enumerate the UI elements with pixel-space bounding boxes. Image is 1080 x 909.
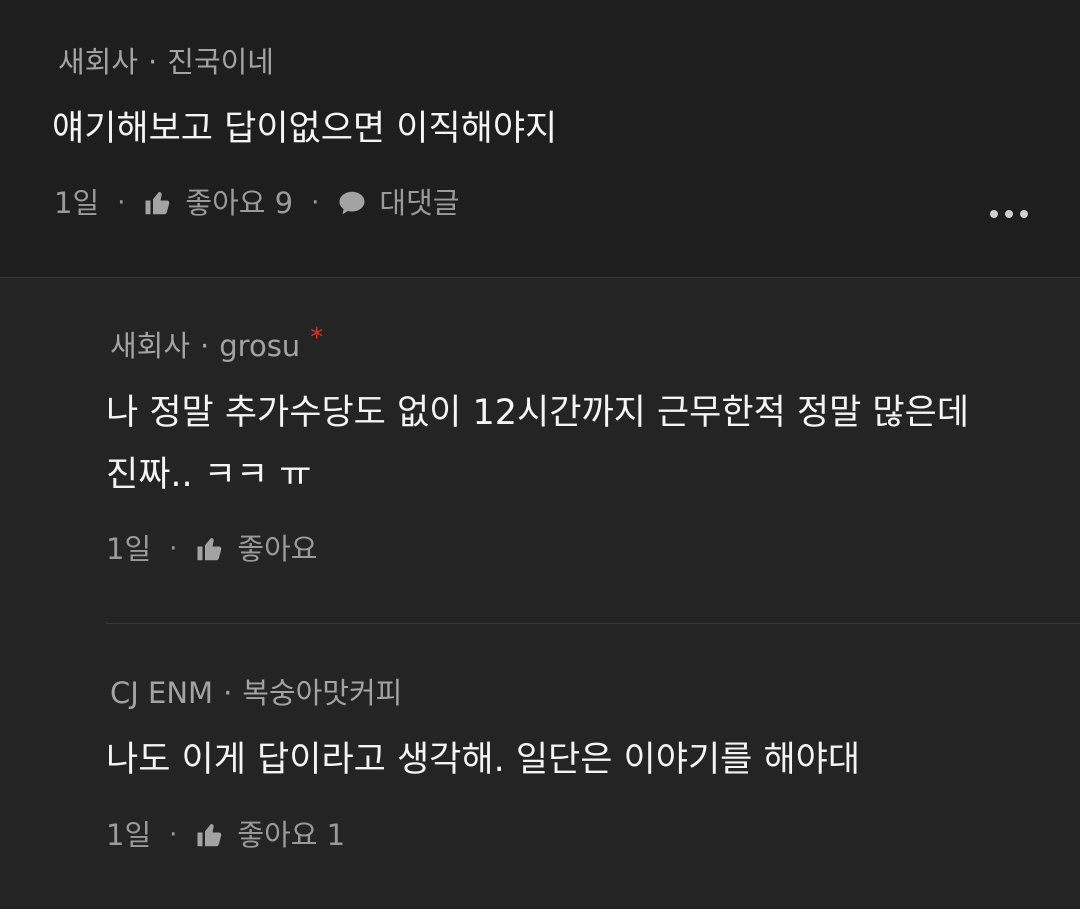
comment-text: 얘기해보고 답이없으면 이직해야지 (52, 109, 558, 149)
author-name[interactable]: 복숭아맛커피 (242, 676, 402, 710)
divider (106, 623, 1080, 624)
reply-text-line: 진짜.. ㅋㅋ ㅠ (106, 455, 312, 495)
like-button[interactable]: 좋아요 (195, 534, 317, 564)
separator-dot: · (169, 534, 178, 564)
reply-time: 1일 (106, 531, 152, 566)
reply-time: 1일 (106, 817, 152, 852)
thumbs-up-icon (145, 192, 170, 215)
separator-dot: · (311, 188, 320, 218)
separator-dot: · (148, 45, 158, 79)
comment-meta: 새회사 · 진국이네 (58, 48, 274, 77)
separator-dot: · (169, 820, 178, 850)
comment-item: 새회사 · 진국이네 얘기해보고 답이없으면 이직해야지 1일 · 좋아요 9 · … (0, 0, 1080, 278)
replies-section (0, 278, 1080, 909)
thumbs-up-icon (197, 538, 222, 561)
reply-actions: 1일 · 좋아요 (106, 534, 317, 564)
reply-meta: CJ ENM · 복숭아맛커피 (110, 679, 402, 708)
more-dots-icon[interactable] (990, 210, 1028, 218)
company-name: CJ ENM (110, 676, 214, 710)
like-button[interactable]: 좋아요 9 (143, 188, 293, 218)
separator-dot: · (223, 676, 233, 710)
like-count: 좋아요 9 (185, 185, 294, 220)
reply-label: 대댓글 (379, 185, 460, 220)
like-count: 좋아요 1 (237, 817, 346, 852)
like-count: 좋아요 (237, 531, 318, 566)
company-name: 새회사 (58, 45, 139, 79)
reply-button[interactable]: 대댓글 (337, 188, 459, 218)
author-mark: * (310, 323, 324, 353)
separator-dot: · (117, 188, 126, 218)
reply-text: 나도 이게 답이라고 생각해. 일단은 이야기를 해야대 (106, 740, 861, 780)
company-name: 새회사 (110, 329, 191, 363)
author-name[interactable]: 진국이네 (167, 45, 274, 79)
comment-time: 1일 (54, 185, 100, 220)
comment-actions: 1일 · 좋아요 9 · 대댓글 (54, 188, 459, 218)
author-name[interactable]: grosu (219, 329, 300, 363)
reply-meta: 새회사 · grosu * (110, 325, 323, 363)
like-button[interactable]: 좋아요 1 (195, 820, 345, 850)
reply-actions: 1일 · 좋아요 1 (106, 820, 345, 850)
speech-bubble-icon (339, 191, 365, 215)
separator-dot: · (200, 329, 210, 363)
thumbs-up-icon (197, 824, 222, 847)
reply-text-line: 나 정말 추가수당도 없이 12시간까지 근무한적 정말 많은데 (106, 393, 970, 433)
